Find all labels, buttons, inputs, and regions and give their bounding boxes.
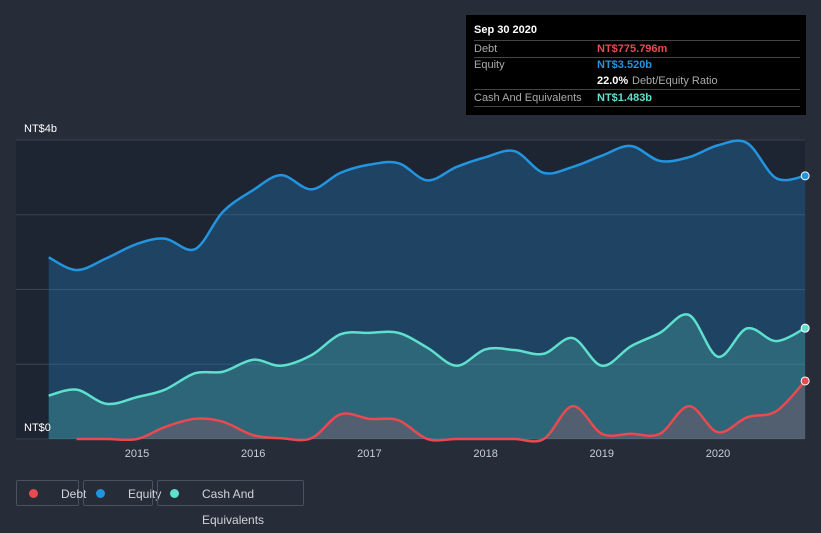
- x-tick-label: 2015: [125, 448, 149, 460]
- x-tick-label: 2018: [473, 448, 497, 460]
- tooltip-ratio-value: 22.0%: [597, 75, 629, 87]
- legend-cash[interactable]: Cash And Equivalents: [157, 480, 304, 527]
- x-tick-label: 2017: [357, 448, 381, 460]
- tooltip-equity-label: Equity: [474, 59, 505, 71]
- cash-and-equivalents-end-point: [800, 323, 810, 333]
- tooltip-debt-label: Debt: [474, 43, 498, 55]
- equity-end-point: [800, 171, 810, 181]
- debt-end-point: [800, 376, 810, 386]
- debt-dot-icon: [29, 489, 38, 498]
- tooltip-debt-value: NT$775.796m: [597, 43, 668, 55]
- legend-label: Cash And Equivalents: [202, 487, 265, 527]
- tooltip-equity-value: NT$3.520b: [597, 59, 653, 71]
- x-tick-label: 2016: [241, 448, 265, 460]
- tooltip-cash-value: NT$1.483b: [597, 92, 653, 104]
- tooltip-ratio-label: Debt/Equity Ratio: [632, 75, 718, 87]
- cash-dot-icon: [170, 489, 179, 498]
- tooltip-cash-label: Cash And Equivalents: [474, 92, 582, 104]
- tooltip: Sep 30 2020 Debt NT$775.796m Equity NT$3.5…: [466, 15, 806, 115]
- y-tick-label-min: NT$0: [24, 422, 51, 434]
- x-tick-label: 2020: [706, 448, 730, 460]
- x-tick-label: 2019: [590, 448, 614, 460]
- equity-dot-icon: [96, 489, 105, 498]
- y-tick-label-max: NT$4b: [24, 123, 58, 135]
- tooltip-date: Sep 30 2020: [474, 24, 537, 36]
- legend-debt[interactable]: Debt: [16, 480, 86, 506]
- legend-equity[interactable]: Equity: [83, 480, 161, 506]
